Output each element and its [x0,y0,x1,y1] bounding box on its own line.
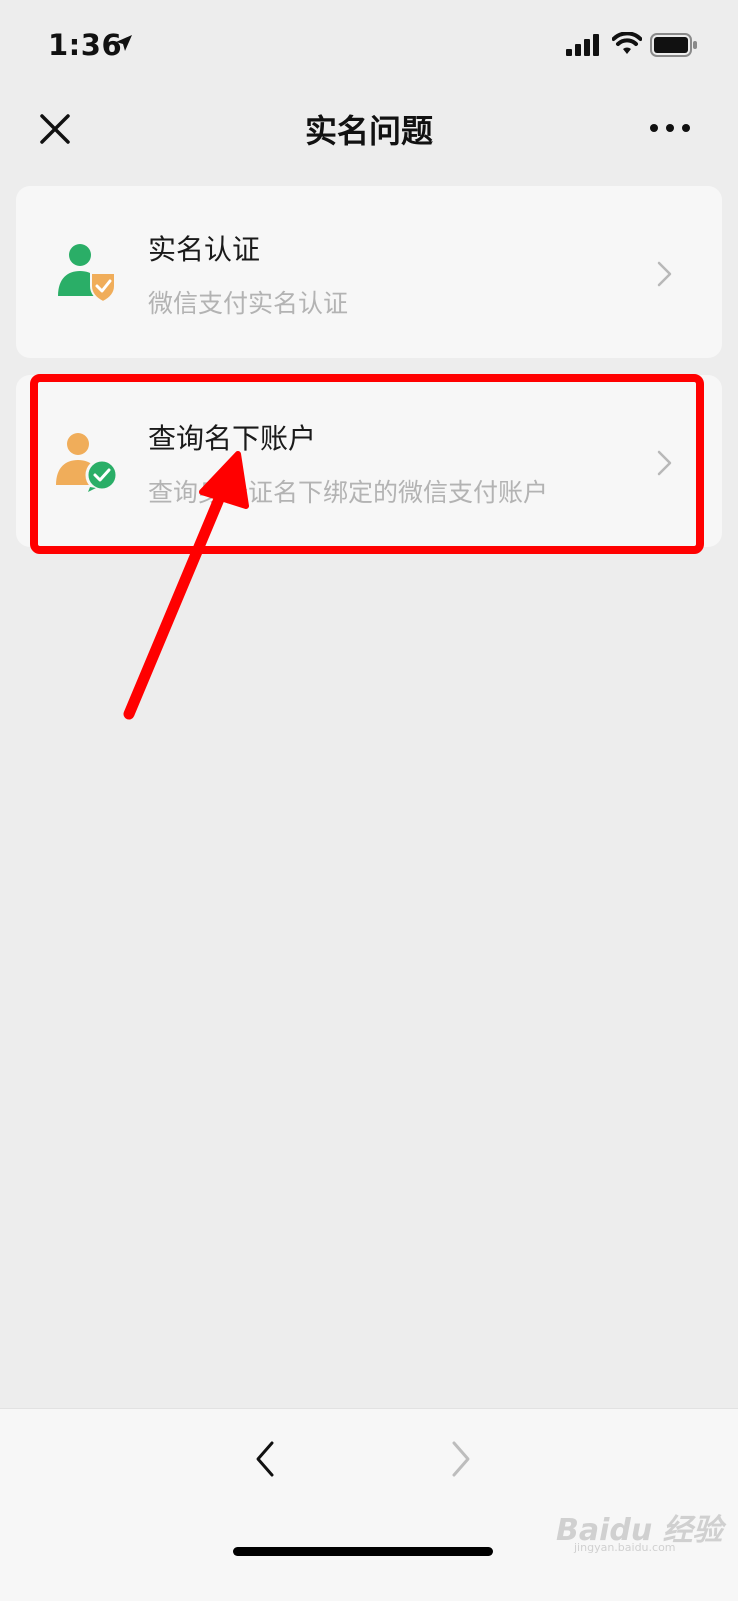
bottom-toolbar: Baidu 经验 jingyan.baidu.com [0,1408,738,1601]
watermark-url: jingyan.baidu.com [574,1541,676,1554]
chevron-right-icon [657,261,672,287]
forward-arrow-icon[interactable] [446,1439,476,1479]
card-real-name-verification[interactable]: 实名认证 微信支付实名认证 [16,186,722,358]
card-subtitle: 微信支付实名认证 [148,289,349,318]
home-indicator[interactable] [233,1547,493,1556]
status-time: 1:36 [48,28,123,62]
card-subtitle: 查询身份证名下绑定的微信支付账户 [148,478,549,507]
card-query-accounts[interactable]: 查询名下账户 查询身份证名下绑定的微信支付账户 [16,375,722,547]
more-options-icon[interactable] [648,118,692,138]
back-arrow-icon[interactable] [250,1439,280,1479]
battery-icon [650,33,697,57]
page-title: 实名问题 [304,112,433,150]
user-check-icon [56,433,118,492]
user-shield-icon [58,244,116,304]
card-title: 实名认证 [148,233,261,266]
wifi-icon [612,32,642,54]
nav-bar: 实名问题 [0,96,738,160]
cellular-signal-icon [566,34,599,56]
chevron-right-icon [657,450,672,476]
status-bar: 1:36 [0,0,738,90]
card-title: 查询名下账户 [148,422,317,455]
location-arrow-icon [116,35,132,51]
